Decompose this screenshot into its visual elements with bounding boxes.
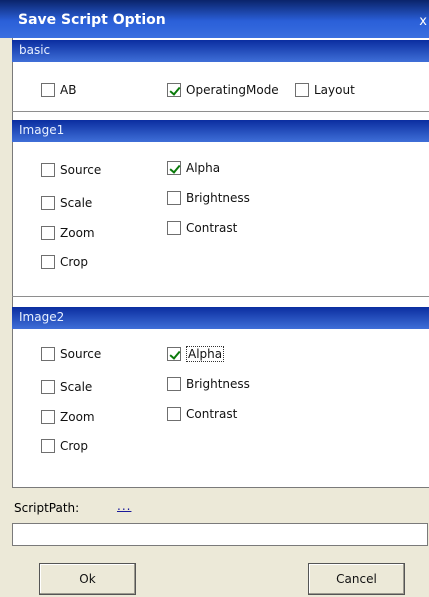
checkbox-box[interactable]	[295, 83, 309, 97]
checkbox-label: AB	[60, 83, 77, 97]
image1-checkbox-contrast[interactable]: Contrast	[167, 220, 237, 236]
image2-checkbox-scale[interactable]: Scale	[41, 379, 92, 395]
checkbox-label: Alpha	[186, 346, 225, 362]
image2-checkbox-crop[interactable]: Crop	[41, 438, 88, 454]
checkbox-label: Brightness	[186, 191, 250, 205]
image1-checkbox-crop[interactable]: Crop	[41, 254, 88, 270]
checkbox-box[interactable]	[167, 161, 181, 175]
image1-checkbox-zoom[interactable]: Zoom	[41, 225, 95, 241]
divider	[12, 111, 429, 112]
checkbox-label: Crop	[60, 255, 89, 269]
checkbox-box[interactable]	[167, 407, 181, 421]
image1-checkbox-alpha[interactable]: Alpha	[167, 160, 220, 176]
script-path-input[interactable]	[12, 523, 428, 546]
checkbox-box[interactable]	[167, 221, 181, 235]
section-header-image1: Image1	[12, 120, 429, 142]
browse-button[interactable]: ...	[117, 499, 131, 513]
checkbox-label: Source	[60, 347, 102, 361]
checkbox-box[interactable]	[41, 410, 55, 424]
image2-checkbox-brightness[interactable]: Brightness	[167, 376, 250, 392]
checkbox-box[interactable]	[41, 255, 55, 269]
checkbox-box[interactable]	[41, 196, 55, 210]
checkbox-label: Scale	[60, 380, 93, 394]
window-title: Save Script Option	[18, 12, 166, 28]
checkbox-box[interactable]	[41, 83, 55, 97]
cancel-button[interactable]: Cancel	[308, 563, 405, 595]
checkbox-label: Zoom	[60, 226, 95, 240]
checkbox-box[interactable]	[167, 191, 181, 205]
image2-checkbox-alpha[interactable]: Alpha	[167, 346, 225, 362]
image2-checkbox-source[interactable]: Source	[41, 346, 101, 362]
checkbox-ab[interactable]: AB	[41, 82, 76, 98]
section-header-basic: basic	[12, 40, 429, 62]
checkbox-label: Contrast	[186, 407, 238, 421]
checkbox-box[interactable]	[167, 83, 181, 97]
checkbox-layout[interactable]: Layout	[295, 82, 355, 98]
checkbox-label: Layout	[314, 83, 355, 97]
script-path-label: ScriptPath:	[14, 501, 80, 515]
title-bar: Save Script Option x	[0, 0, 429, 38]
checkbox-label: Contrast	[186, 221, 238, 235]
checkbox-label: Crop	[60, 439, 89, 453]
divider	[12, 296, 429, 297]
checkbox-box[interactable]	[41, 380, 55, 394]
checkbox-box[interactable]	[41, 347, 55, 361]
checkbox-label: Scale	[60, 196, 93, 210]
image2-checkbox-contrast[interactable]: Contrast	[167, 406, 237, 422]
checkbox-box[interactable]	[41, 226, 55, 240]
checkbox-label: Source	[60, 163, 102, 177]
image2-checkbox-zoom[interactable]: Zoom	[41, 409, 95, 425]
section-header-image2: Image2	[12, 307, 429, 329]
checkbox-operating-mode[interactable]: OperatingMode	[167, 82, 279, 98]
checkbox-box[interactable]	[167, 347, 181, 361]
checkbox-label: Zoom	[60, 410, 95, 424]
checkbox-box[interactable]	[41, 439, 55, 453]
close-icon[interactable]: x	[419, 14, 427, 29]
checkbox-label: Brightness	[186, 377, 250, 391]
checkbox-box[interactable]	[167, 377, 181, 391]
image1-checkbox-brightness[interactable]: Brightness	[167, 190, 250, 206]
ok-button[interactable]: Ok	[39, 563, 136, 595]
image1-checkbox-scale[interactable]: Scale	[41, 195, 92, 211]
image1-checkbox-source[interactable]: Source	[41, 162, 101, 178]
checkbox-box[interactable]	[41, 163, 55, 177]
checkbox-label: Alpha	[186, 161, 221, 175]
checkbox-label: OperatingMode	[186, 83, 279, 97]
